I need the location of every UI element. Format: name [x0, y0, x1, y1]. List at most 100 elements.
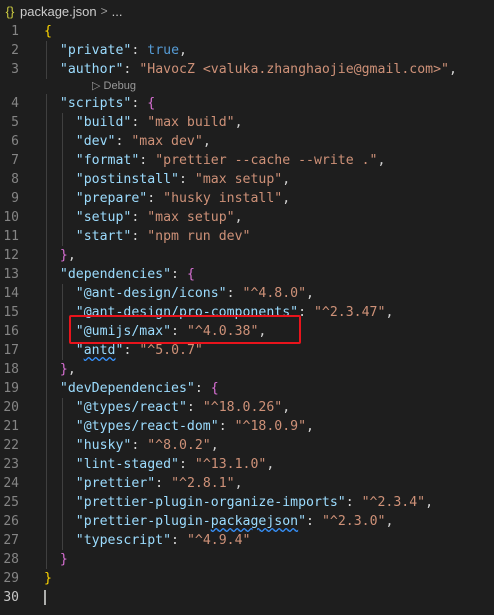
code-token: : [155, 476, 172, 491]
line-code: "private": true, [44, 41, 187, 60]
debug-codelens[interactable]: ▷ Debug [0, 79, 494, 94]
code-line[interactable]: 30 [0, 588, 494, 607]
code-line[interactable]: 1{ [0, 22, 494, 41]
code-token: { [147, 96, 156, 111]
code-line[interactable]: 2 "private": true, [0, 41, 494, 60]
code-token: , [234, 476, 243, 491]
line-number: 30 [3, 590, 19, 605]
code-token: : [123, 343, 140, 358]
code-token: "@ant-design/icons" [75, 286, 227, 301]
line-number: 12 [3, 248, 19, 263]
code-token: : [171, 533, 187, 548]
line-number: 7 [11, 153, 19, 168]
line-code: }, [44, 360, 76, 379]
code-token: "prepare" [75, 191, 148, 206]
code-token: : [178, 172, 195, 187]
code-line[interactable]: 6 "dev": "max dev", [0, 132, 494, 151]
code-line[interactable]: 28 } [0, 550, 494, 569]
code-line[interactable]: 22 "husky": "^8.0.2", [0, 436, 494, 455]
code-line[interactable]: 13 "dependencies": { [0, 265, 494, 284]
code-line[interactable]: 20 "@types/react": "^18.0.26", [0, 398, 494, 417]
line-code: "format": "prettier --cache --write .", [44, 151, 386, 170]
code-token: "max dev" [131, 134, 203, 149]
line-code: "author": "HavocZ <valuka.zhanghaojie@gm… [44, 60, 457, 79]
code-token: "start" [75, 229, 132, 244]
code-token: " [298, 514, 307, 529]
code-token: { [44, 24, 52, 39]
code-line[interactable]: 19 "devDependencies": { [0, 379, 494, 398]
code-line[interactable]: 14 "@ant-design/icons": "^4.8.0", [0, 284, 494, 303]
line-code: "@types/react-dom": "^18.0.9", [44, 417, 314, 436]
code-token: , [266, 457, 275, 472]
line-number: 13 [3, 267, 19, 282]
code-token: : [178, 457, 195, 472]
code-line[interactable]: 29} [0, 569, 494, 588]
breadcrumb-separator: > [100, 4, 108, 18]
breadcrumb-more[interactable]: ... [112, 4, 123, 19]
code-token: , [385, 514, 394, 529]
json-file-icon: {} [5, 3, 15, 19]
code-line[interactable]: 8 "postinstall": "max setup", [0, 170, 494, 189]
code-token: : [131, 115, 148, 130]
code-token: : [226, 286, 243, 301]
line-number: 3 [11, 62, 19, 77]
code-token: "typescript" [75, 533, 172, 548]
code-token: , [179, 43, 187, 58]
code-line[interactable]: 25 "prettier-plugin-organize-imports": "… [0, 493, 494, 512]
line-number: 23 [3, 457, 19, 472]
line-number: 11 [3, 229, 19, 244]
code-token: "^2.3.4" [361, 495, 426, 510]
line-number: 14 [3, 286, 19, 301]
line-number: 25 [3, 495, 19, 510]
code-line[interactable]: 18 }, [0, 360, 494, 379]
breadcrumb-file[interactable]: package.json [20, 4, 97, 19]
code-line[interactable]: 26 "prettier-plugin-packagejson": "^2.3.… [0, 512, 494, 531]
code-token: : [131, 96, 148, 111]
code-token: : [147, 191, 164, 206]
line-number: 18 [3, 362, 19, 377]
line-code: "prepare": "husky install", [44, 189, 290, 208]
code-token: true [147, 43, 180, 58]
line-code: "scripts": { [44, 94, 155, 113]
code-token: , [448, 62, 457, 77]
code-token: : [218, 419, 235, 434]
play-icon: ▷ [92, 80, 104, 92]
code-token: "setup" [75, 210, 132, 225]
code-token: "format" [75, 153, 140, 168]
code-line[interactable]: 3 "author": "HavocZ <valuka.zhanghaojie@… [0, 60, 494, 79]
code-line[interactable]: 23 "lint-staged": "^13.1.0", [0, 455, 494, 474]
code-token: : [139, 153, 156, 168]
code-line[interactable]: 21 "@types/react-dom": "^18.0.9", [0, 417, 494, 436]
code-token: : [186, 400, 203, 415]
code-line[interactable]: 7 "format": "prettier --cache --write ."… [0, 151, 494, 170]
code-token: : [306, 514, 322, 529]
code-line[interactable]: 12 }, [0, 246, 494, 265]
code-token: "husky install" [163, 191, 283, 206]
code-line[interactable]: 10 "setup": "max setup", [0, 208, 494, 227]
code-line[interactable]: 27 "typescript": "^4.9.4" [0, 531, 494, 550]
code-line[interactable]: 9 "prepare": "husky install", [0, 189, 494, 208]
code-token: , [67, 362, 76, 377]
code-line[interactable]: 4 "scripts": { [0, 94, 494, 113]
code-token: : [194, 381, 211, 396]
line-number: 9 [11, 191, 19, 206]
code-token: "prettier" [75, 476, 156, 491]
code-line[interactable]: 5 "build": "max build", [0, 113, 494, 132]
code-token: } [59, 248, 68, 263]
line-number: 29 [3, 571, 19, 586]
code-line[interactable]: 24 "prettier": "^2.8.1", [0, 474, 494, 493]
code-token: , [234, 210, 243, 225]
code-line[interactable]: 11 "start": "npm run dev" [0, 227, 494, 246]
line-number: 26 [3, 514, 19, 529]
code-token: , [67, 248, 76, 263]
highlight-annotation-box [69, 315, 301, 344]
